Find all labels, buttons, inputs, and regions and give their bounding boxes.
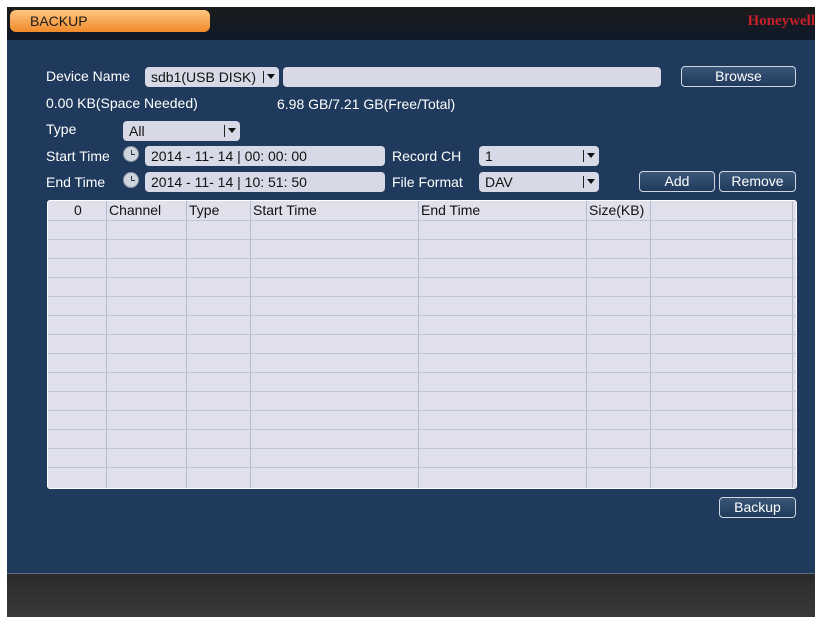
column-header-channel[interactable]: Channel: [107, 201, 187, 220]
column-divider: [418, 201, 419, 488]
end-time-value: 2014 - 11- 14 | 10: 51: 50: [151, 174, 307, 190]
start-time-label: Start Time: [46, 148, 110, 164]
add-button[interactable]: Add: [639, 171, 715, 192]
status-bar: [7, 573, 815, 617]
end-time-field[interactable]: 2014 - 11- 14 | 10: 51: 50: [145, 172, 385, 192]
table-row: [48, 353, 796, 354]
clock-icon[interactable]: [123, 146, 139, 162]
column-divider: [586, 201, 587, 488]
column-divider: [250, 201, 251, 488]
table-row: [48, 410, 796, 411]
backup-file-table[interactable]: 0 Channel Type Start Time End Time Size(…: [47, 200, 797, 489]
start-time-value: 2014 - 11- 14 | 00: 00: 00: [151, 148, 307, 164]
table-header: 0 Channel Type Start Time End Time Size(…: [48, 201, 796, 220]
table-row: [48, 277, 796, 278]
file-format-value: DAV: [485, 174, 513, 190]
column-header-type[interactable]: Type: [187, 201, 251, 220]
device-name-dropdown[interactable]: sdb1(USB DISK): [145, 67, 279, 87]
record-ch-dropdown[interactable]: 1: [479, 146, 599, 166]
start-time-field[interactable]: 2014 - 11- 14 | 00: 00: 00: [145, 146, 385, 166]
device-path-field[interactable]: [283, 67, 661, 87]
table-row: [48, 258, 796, 259]
column-divider: [792, 201, 793, 488]
file-format-label: File Format: [392, 174, 463, 190]
remove-button[interactable]: Remove: [719, 171, 796, 192]
table-row: [48, 220, 796, 221]
record-ch-label: Record CH: [392, 148, 462, 164]
end-time-label: End Time: [46, 174, 106, 190]
backup-window: BACKUP Honeywell Device Name sdb1(USB DI…: [7, 7, 815, 617]
record-ch-value: 1: [485, 148, 493, 164]
column-header-index[interactable]: 0: [48, 201, 107, 220]
column-divider: [106, 201, 107, 488]
table-row: [48, 239, 796, 240]
table-row: [48, 467, 796, 468]
title-bar: BACKUP Honeywell: [7, 7, 815, 40]
brand-logo: Honeywell: [747, 13, 815, 29]
column-header-end-time[interactable]: End Time: [419, 201, 587, 220]
column-divider: [650, 201, 651, 488]
column-divider: [186, 201, 187, 488]
type-value: All: [129, 123, 145, 139]
chevron-down-icon: [224, 125, 236, 137]
device-name-label: Device Name: [46, 68, 131, 84]
chevron-down-icon: [263, 71, 275, 83]
device-name-value: sdb1(USB DISK): [151, 69, 257, 85]
browse-button[interactable]: Browse: [681, 66, 796, 87]
column-header-size[interactable]: Size(KB): [587, 201, 651, 220]
window-title-tab: BACKUP: [10, 10, 210, 32]
file-format-dropdown[interactable]: DAV: [479, 172, 599, 192]
column-header-start-time[interactable]: Start Time: [251, 201, 419, 220]
space-needed-text: 0.00 KB(Space Needed): [46, 95, 198, 111]
type-label: Type: [46, 121, 77, 137]
table-row: [48, 296, 796, 297]
window-title: BACKUP: [30, 13, 88, 29]
backup-content: Device Name sdb1(USB DISK) Browse 0.00 K…: [7, 40, 815, 573]
chevron-down-icon: [583, 150, 595, 162]
table-row: [48, 334, 796, 335]
column-header-extra: [651, 201, 796, 220]
backup-button[interactable]: Backup: [719, 497, 796, 518]
clock-icon[interactable]: [123, 172, 139, 188]
table-row: [48, 391, 796, 392]
type-dropdown[interactable]: All: [123, 121, 240, 141]
table-row: [48, 448, 796, 449]
table-row: [48, 315, 796, 316]
chevron-down-icon: [583, 176, 595, 188]
free-total-text: 6.98 GB/7.21 GB(Free/Total): [277, 96, 456, 112]
table-row: [48, 372, 796, 373]
table-row: [48, 429, 796, 430]
